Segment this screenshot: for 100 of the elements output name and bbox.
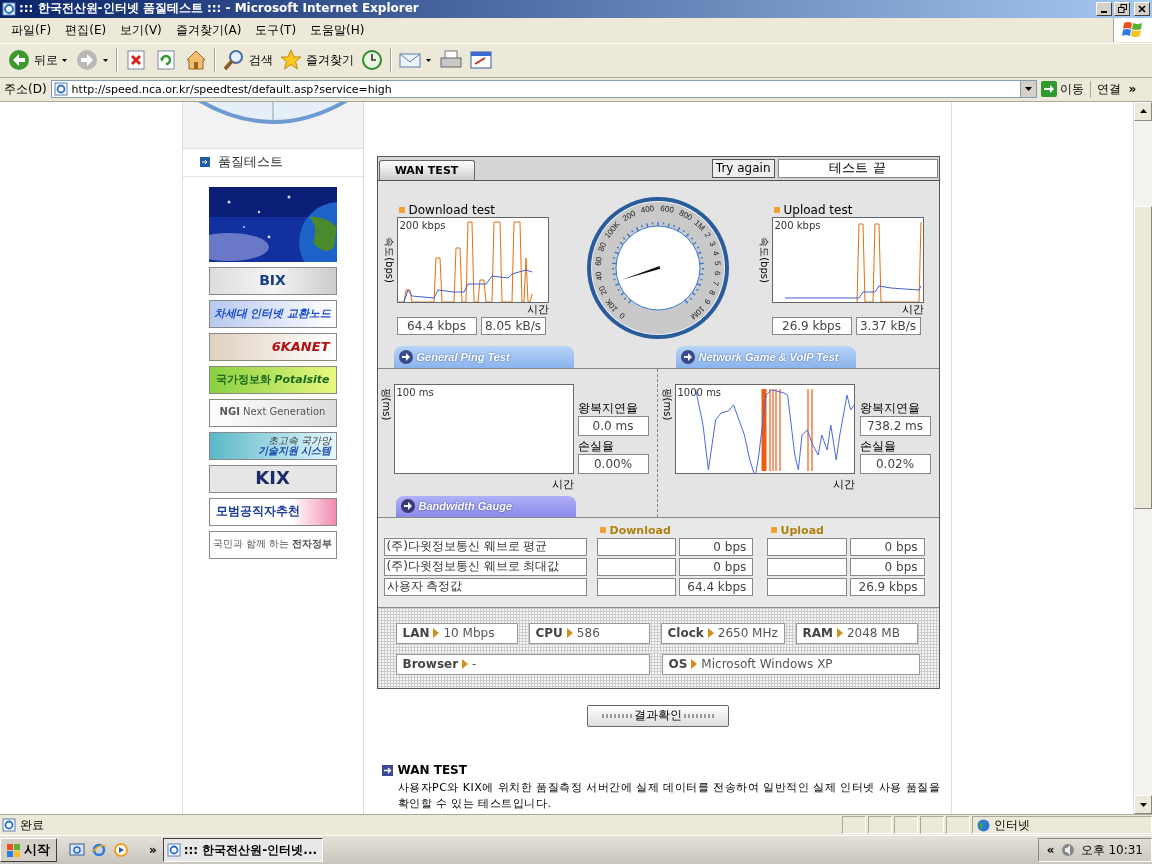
status-field: 테스트 끝 xyxy=(777,158,938,178)
play-icon[interactable] xyxy=(113,842,129,859)
banner-link[interactable]: 국가정보화 Potalsite xyxy=(208,365,337,394)
more-button[interactable]: » xyxy=(1126,82,1139,97)
menu-item[interactable]: 도움말(H) xyxy=(303,21,372,39)
links-button[interactable]: 연결 xyxy=(1094,80,1123,98)
address-field[interactable]: http://speed.nca.or.kr/speedtest/default.asp?service=high xyxy=(50,80,1037,99)
tray-expand-button[interactable]: « xyxy=(1046,843,1055,858)
bullet-icon xyxy=(599,527,606,534)
axis-label: 속도(bps) xyxy=(757,236,771,283)
gauge-label: 800 xyxy=(677,207,694,223)
banner-link[interactable]: 6KANET xyxy=(208,332,337,361)
globe-icon xyxy=(977,818,990,832)
minimize-button[interactable] xyxy=(1096,1,1112,16)
menu-item[interactable]: 보기(V) xyxy=(113,21,169,39)
close-button[interactable] xyxy=(1134,1,1150,16)
minimize-icon xyxy=(1101,10,1107,13)
triangle-icon xyxy=(566,628,573,639)
triangle-icon xyxy=(836,628,843,639)
axis-max-label: 1000 ms xyxy=(677,386,722,398)
back-button[interactable]: 뒤로 xyxy=(4,47,61,74)
gauge-label: 7 xyxy=(710,279,720,287)
table-cell: 사용자 측정값 xyxy=(383,577,588,596)
menu-item[interactable]: 편집(E) xyxy=(58,21,114,39)
column-header: Download xyxy=(609,523,671,537)
reading-field: 8.05 kB/s xyxy=(480,316,546,335)
gauge-label: 600 xyxy=(659,203,674,215)
result-button[interactable]: 결과확인 xyxy=(587,704,729,727)
menu-item[interactable]: 파일(F) xyxy=(4,21,59,39)
stat-label: 왕복지연율 xyxy=(577,399,639,416)
delay-field: 0.0 ms xyxy=(577,415,649,436)
gauge-label: 0 xyxy=(617,310,627,321)
info-field: OS Microsoft Windows XP xyxy=(661,653,920,675)
gauge-label: 5 xyxy=(712,260,722,266)
close-icon xyxy=(1138,4,1146,13)
table-cell: 64.4 kbps xyxy=(679,577,754,596)
search-icon xyxy=(222,48,246,73)
menu-item[interactable]: 도구(T) xyxy=(248,21,304,39)
stat-label: 왕복지연율 xyxy=(859,399,921,416)
banner-link[interactable]: 초고속 국가망 기술지원 시스템 xyxy=(208,431,337,460)
banner-link[interactable]: BIX xyxy=(208,266,337,295)
triangle-icon xyxy=(433,628,440,639)
axis-label: 시간 xyxy=(526,302,549,316)
try-again-button[interactable]: Try again xyxy=(711,158,775,178)
page-icon xyxy=(2,818,16,833)
refresh-icon xyxy=(154,48,178,73)
page-icon xyxy=(53,82,68,97)
scroll-down-button[interactable] xyxy=(1134,795,1152,815)
favorites-button[interactable]: 즐겨찾기 xyxy=(276,47,357,74)
house-icon xyxy=(184,48,208,73)
axis-max-label: 200 kbps xyxy=(774,219,821,231)
start-button[interactable]: 시작 xyxy=(0,838,57,863)
banner-link[interactable]: 차세대 인터넷 교환노드 xyxy=(208,299,337,328)
gauge-label: 20 xyxy=(596,284,609,296)
axis-label: 시간 xyxy=(901,302,924,316)
bullet-icon xyxy=(770,527,777,534)
desktop-icon[interactable] xyxy=(69,842,85,859)
caret-icon[interactable] xyxy=(426,58,431,62)
scroll-up-button[interactable] xyxy=(1134,101,1152,121)
info-field: CPU 586 xyxy=(528,622,650,644)
loss-field: 0.00% xyxy=(577,453,649,474)
browser-logo-icon[interactable] xyxy=(91,842,107,859)
reading-field: 64.4 kbps xyxy=(396,316,477,335)
table-cell: 0 bps xyxy=(850,557,925,576)
section-heading: 품질테스트 xyxy=(217,153,283,172)
more-button[interactable]: » xyxy=(149,843,157,858)
gauge-label: 400 xyxy=(639,203,655,215)
restore-button[interactable] xyxy=(1114,1,1130,16)
restore-icon xyxy=(1117,4,1127,14)
triangle-icon xyxy=(462,659,469,670)
down-arrow-icon xyxy=(1139,802,1147,807)
triangle-icon xyxy=(707,628,714,639)
banner-link[interactable]: 모범공직자추천 xyxy=(208,497,337,526)
gauge-label: 40 xyxy=(593,270,604,281)
search-button[interactable]: 검색 xyxy=(219,47,276,74)
menu-item[interactable]: 즐겨찾기(A) xyxy=(168,21,249,39)
banner-link[interactable]: NGI Next Generation xyxy=(208,398,337,427)
description-text: 사용자PC와 KIX에 위치한 품질측정 서버간에 실제 데이터를 전송하여 일반적인 실제 인터넷 사용 품질을 확인할 수 있는 테스트입니다. xyxy=(397,779,942,812)
triangle-icon xyxy=(691,659,698,670)
scrollbar-thumb[interactable] xyxy=(1134,205,1152,509)
table-cell: 0 bps xyxy=(679,537,754,556)
banner-link[interactable]: 국민과 함께 하는 전자정부 xyxy=(208,530,337,559)
arrow-circle-icon xyxy=(680,349,695,364)
description-title: WAN TEST xyxy=(397,763,467,778)
gauge-label: 3 xyxy=(706,239,717,248)
taskbar-window-button[interactable]: ::: 한국전산원-인터넷... xyxy=(162,838,323,863)
speaker-icon[interactable] xyxy=(1060,843,1075,858)
info-field: RAM 2048 MB xyxy=(795,622,918,644)
info-field: Browser - xyxy=(395,653,650,675)
bullet-icon xyxy=(398,206,405,213)
reading-field: 3.37 kB/s xyxy=(855,316,921,335)
dropdown-button[interactable] xyxy=(1019,81,1036,98)
caret-icon[interactable] xyxy=(103,58,108,62)
wan-test-tab[interactable]: WAN TEST xyxy=(378,159,475,180)
banner-link[interactable]: KIX xyxy=(208,464,337,493)
table-cell: (주)다윗정보통신 웨브로 평균 xyxy=(383,537,588,556)
up-arrow-icon xyxy=(1139,109,1147,114)
go-button[interactable]: 이동 xyxy=(1040,80,1091,98)
stat-label: 손실율 xyxy=(577,437,615,454)
caret-icon[interactable] xyxy=(62,58,67,62)
